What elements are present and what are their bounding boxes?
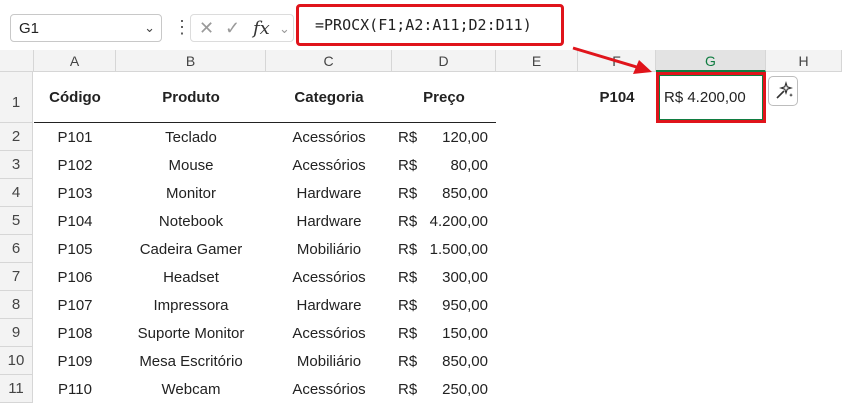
arrow-icon xyxy=(572,46,652,74)
